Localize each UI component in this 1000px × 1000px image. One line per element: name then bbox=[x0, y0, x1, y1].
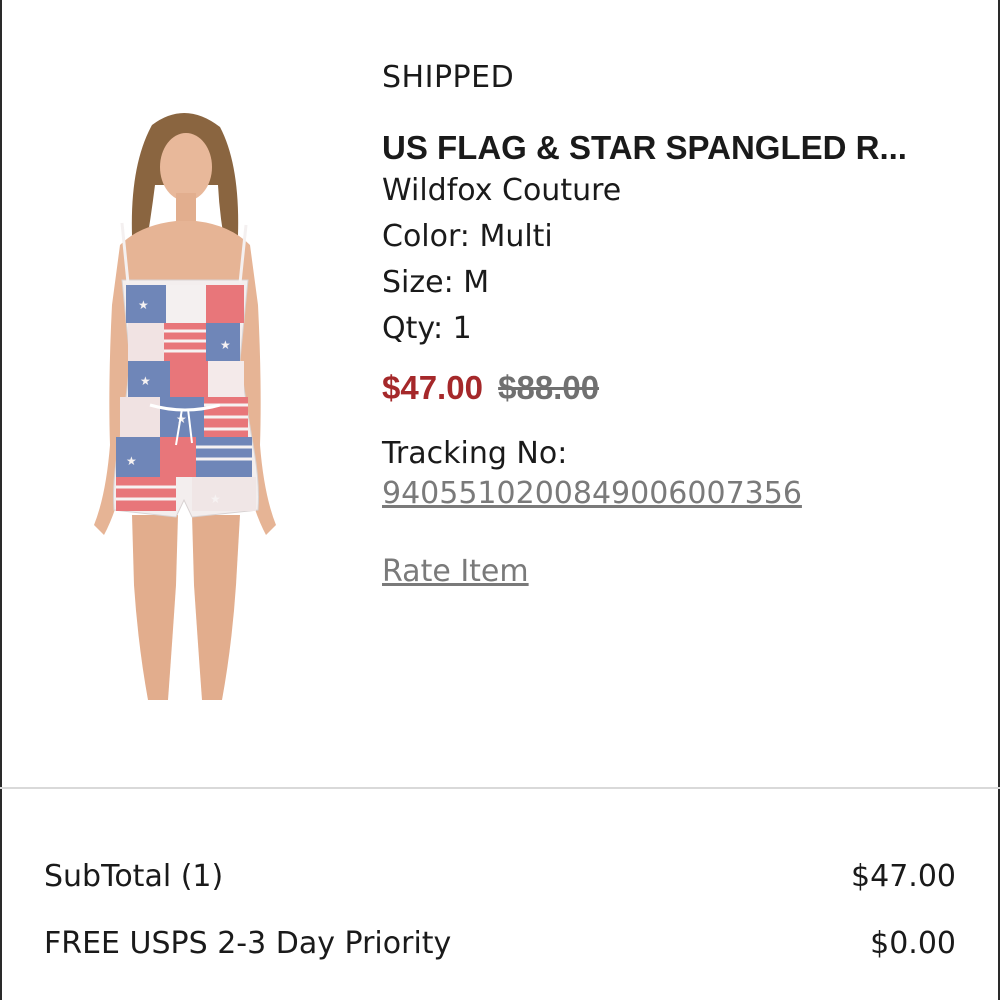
subtotal-row: SubTotal (1) $47.00 bbox=[44, 857, 956, 897]
item-quantity: Qty: 1 bbox=[382, 311, 472, 346]
order-item-card: ★ ★ ★ ★ ★ ★ SHIPPED US FLAG & STAR SPANG… bbox=[0, 0, 1000, 788]
section-divider bbox=[0, 787, 1000, 789]
item-color: Color: Multi bbox=[382, 219, 553, 254]
svg-text:★: ★ bbox=[220, 338, 231, 352]
shipping-row: FREE USPS 2-3 Day Priority $0.00 bbox=[44, 924, 956, 964]
product-image[interactable]: ★ ★ ★ ★ ★ ★ bbox=[80, 105, 290, 705]
product-name[interactable]: US FLAG & STAR SPANGLED R... bbox=[382, 128, 982, 168]
price-row: $47.00 $88.00 bbox=[382, 368, 982, 408]
subtotal-value: $47.00 bbox=[851, 859, 956, 894]
tracking-label: Tracking No: bbox=[382, 436, 568, 471]
svg-text:★: ★ bbox=[140, 374, 151, 388]
brand-name: Wildfox Couture bbox=[382, 173, 622, 208]
svg-text:★: ★ bbox=[126, 454, 137, 468]
svg-text:★: ★ bbox=[138, 298, 149, 312]
shipping-status: SHIPPED bbox=[382, 60, 515, 95]
original-price: $88.00 bbox=[498, 369, 600, 406]
svg-text:★: ★ bbox=[210, 492, 221, 506]
item-details: SHIPPED US FLAG & STAR SPANGLED R... Wil… bbox=[382, 58, 982, 592]
item-size: Size: M bbox=[382, 265, 490, 300]
subtotal-label: SubTotal (1) bbox=[44, 859, 224, 894]
shipping-method-label: FREE USPS 2-3 Day Priority bbox=[44, 926, 452, 961]
shipping-cost-value: $0.00 bbox=[870, 926, 956, 961]
rate-item-link[interactable]: Rate Item bbox=[382, 552, 529, 592]
tracking-number-link[interactable]: 9405510200849006007356 bbox=[382, 474, 802, 514]
sale-price: $47.00 bbox=[382, 369, 483, 406]
